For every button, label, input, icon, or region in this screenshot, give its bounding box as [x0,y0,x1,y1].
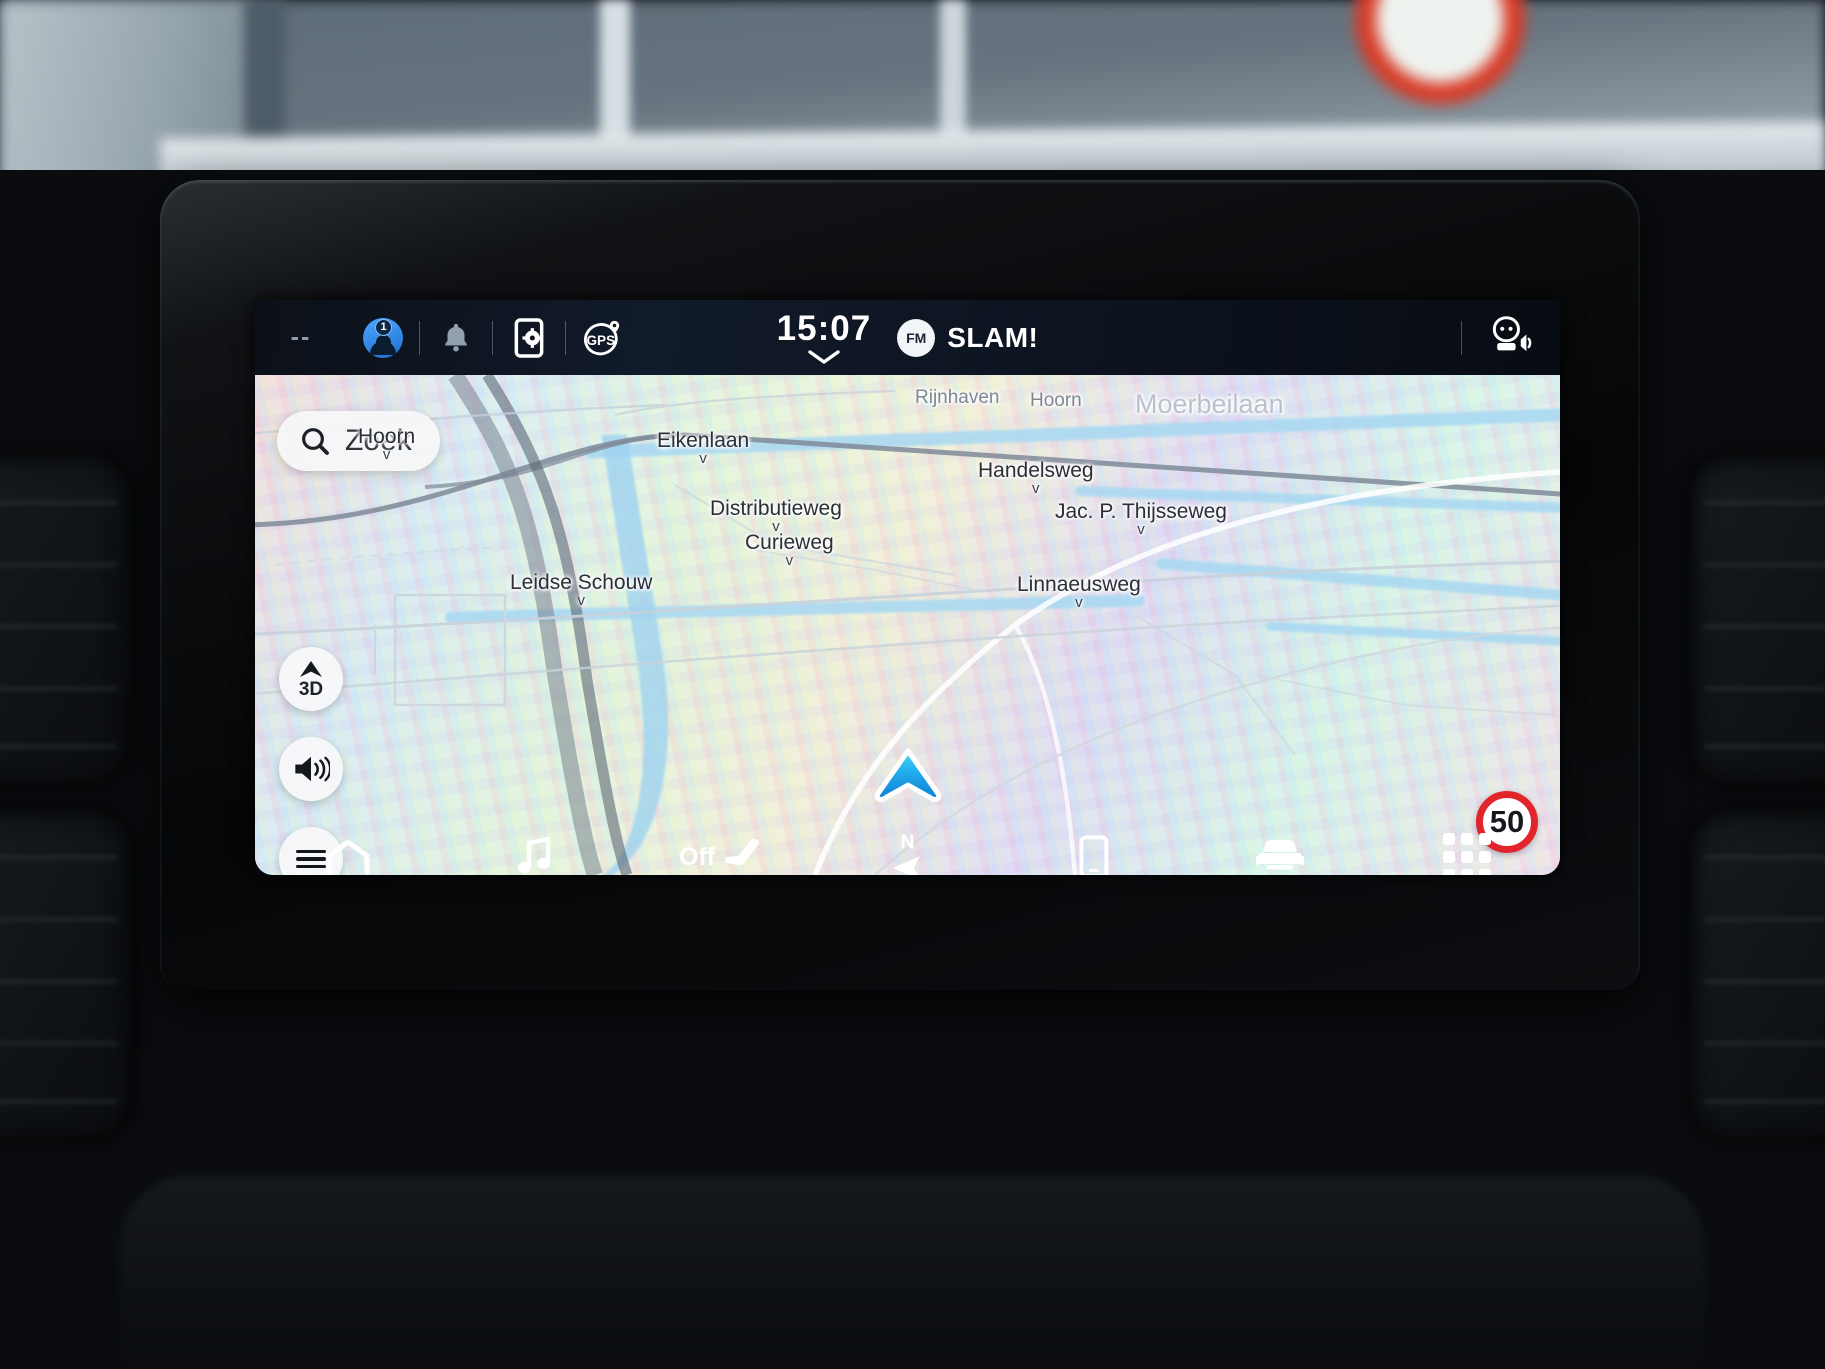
svg-text:GPS: GPS [587,333,616,348]
3d-view-button[interactable]: 3D [279,647,343,711]
profile-avatar-icon: 1 [363,317,403,358]
map-street-label: Moerbeilaan [1135,389,1284,420]
map-label-pointer: v [1032,480,1040,497]
map-label-pointer: v [577,592,585,609]
comfort-state-value: Off [679,842,716,871]
voice-assistant-icon [1492,316,1532,352]
map-label-pointer: v [785,552,794,569]
notifications-button[interactable] [420,320,492,356]
3d-view-label: 3D [298,678,324,700]
fm-band-badge: FM [897,318,936,357]
map-street-label-text: Eikenlaan [657,429,750,452]
phone-settings-icon [514,317,544,358]
status-bar: -- 1 GPS 15:07 FM SLAM! [255,300,1560,375]
map-street-label-text: Hoorn [358,425,416,448]
map-street-label: Eikenlaan v [657,429,750,467]
seat-icon [724,839,759,866]
speaker-icon [295,756,330,782]
comfort-icon-group: Off [679,836,763,875]
map-street-label: Handelsweg v [978,459,1094,497]
compass-needle-icon [893,856,921,875]
map-street-label-text: Linnaeusweg [1017,573,1141,596]
map-label-pointer: v [382,446,391,463]
map-volume-button[interactable] [279,737,343,801]
map-street-label-text: Distributieweg [710,497,842,520]
home-icon [325,838,371,875]
air-vent-right-lower [1690,810,1825,1140]
phone-icon [1079,835,1109,875]
navigation-arrow-icon [300,660,322,677]
compass-icon: N [890,832,924,875]
gps-icon: GPS [583,320,620,355]
air-vent-left-lower [0,810,132,1140]
map-street-label: Hoorn [1030,390,1082,412]
clock-pulldown-button[interactable]: 15:07 [777,311,872,365]
air-vent-left-upper [0,455,132,785]
map-street-label-text: Handelsweg [978,459,1094,482]
radio-station-name: SLAM! [947,321,1039,353]
map-view[interactable]: Zoek Rijnhaven Hoorn Moerbeilaan Hoorn v Eike… [255,375,1560,875]
speed-limit-value: 50 [1489,804,1525,839]
map-street-label-text: Jac. P. Thijsseweg [1055,500,1227,523]
map-street-label-text: Curieweg [745,531,834,554]
map-street-label-text: Moerbeilaan [1135,389,1284,419]
music-note-icon [515,836,555,875]
phone-settings-button[interactable] [493,317,565,358]
hamburger-menu-icon [296,846,326,872]
status-bar-left: -- 1 GPS [255,300,638,375]
map-street-label: Distributieweg v [710,497,842,535]
app-grid-icon [1442,833,1491,875]
map-label-pointer: v [699,450,707,467]
status-divider-4 [1461,320,1462,355]
map-label-pointer: v [1137,521,1145,538]
profile-button[interactable]: 1 [347,317,419,358]
map-street-label-text: Rijnhaven [915,387,1000,408]
position-arrow-icon [874,748,941,802]
map-street-label-text: Leidse Schouw [510,571,653,594]
map-street-label: Rijnhaven [915,387,1000,409]
radio-now-playing[interactable]: FM SLAM! [897,318,1039,357]
chevron-down-icon [808,349,840,364]
center-console [120,1175,1705,1369]
search-icon [302,428,329,455]
map-label-pointer: v [772,518,780,535]
clock-text: 15:07 [776,308,872,348]
map-street-label: Linnaeusweg v [1017,573,1141,611]
map-label-pointer: v [1075,594,1083,611]
map-street-label: Curieweg v [745,531,834,569]
map-street-label: Leidse Schouw v [510,571,653,609]
profile-badge: 1 [375,318,392,336]
status-bar-right [1461,300,1560,375]
vehicle-icon [1254,837,1306,875]
vehicle-position-marker [873,747,943,803]
voice-assistant-button[interactable] [1488,315,1534,360]
map-street-label: Hoorn v [358,425,416,463]
air-vent-right-upper [1690,455,1825,785]
map-street-label: Jac. P. Thijsseweg v [1055,500,1227,538]
compass-north-label: N [900,832,915,853]
gps-status-button[interactable]: GPS [566,318,638,358]
map-street-label-text: Hoorn [1030,390,1082,411]
bell-icon [445,323,467,351]
infotainment-screen: -- 1 GPS 15:07 FM SLAM! Zoek Rijnhaven H… [255,300,1560,875]
status-placeholder-text: -- [290,323,312,351]
